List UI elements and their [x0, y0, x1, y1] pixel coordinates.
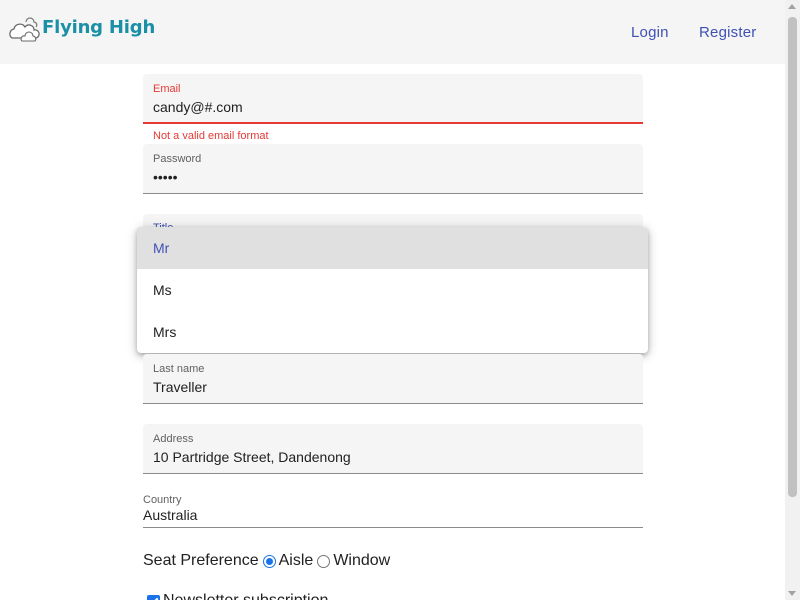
seat-aisle-label[interactable]: Aisle — [279, 552, 314, 570]
password-input[interactable]: ••••• — [153, 169, 178, 185]
title-option-ms[interactable]: Ms — [137, 269, 648, 311]
email-input[interactable]: candy@#.com — [153, 99, 243, 115]
address-field[interactable]: Address 10 Partridge Street, Dandenong — [143, 424, 643, 474]
seat-window-radio[interactable] — [317, 554, 331, 568]
country-underline — [143, 527, 643, 528]
newsletter-option[interactable]: Newsletter subscription — [147, 592, 328, 600]
title-option-mrs[interactable]: Mrs — [137, 311, 648, 353]
title-dropdown-panel: Mr Ms Mrs — [137, 227, 648, 353]
scroll-thumb[interactable] — [788, 17, 797, 497]
app-header: Flying High Login Register — [0, 0, 785, 64]
seat-preference-label: Seat Preference — [143, 552, 259, 569]
seat-aisle-radio[interactable] — [262, 554, 276, 568]
brand-name: Flying High — [42, 17, 156, 38]
password-field[interactable]: Password ••••• — [143, 144, 643, 194]
seat-window-label[interactable]: Window — [333, 552, 390, 570]
register-link[interactable]: Register — [699, 24, 756, 41]
scroll-up-arrow-icon[interactable] — [788, 4, 796, 9]
country-input[interactable]: Australia — [143, 507, 197, 523]
brand-logo[interactable]: Flying High — [6, 10, 155, 44]
last-name-field[interactable]: Last name Traveller — [143, 354, 643, 404]
address-input[interactable]: 10 Partridge Street, Dandenong — [153, 449, 351, 465]
title-option-mr[interactable]: Mr — [137, 227, 648, 269]
email-field[interactable]: Email candy@#.com — [143, 74, 643, 124]
password-label: Password — [153, 153, 202, 165]
page-scrollbar[interactable] — [785, 0, 800, 600]
last-name-label: Last name — [153, 363, 205, 375]
login-link[interactable]: Login — [631, 24, 669, 41]
seat-preference-group: Seat Preference Aisle Window — [143, 552, 390, 570]
cloud-icon — [9, 17, 40, 42]
email-error-message: Not a valid email format — [153, 130, 269, 142]
address-label: Address — [153, 433, 194, 445]
scroll-down-arrow-icon[interactable] — [788, 591, 796, 596]
last-name-input[interactable]: Traveller — [153, 379, 207, 395]
email-label: Email — [153, 83, 181, 95]
newsletter-checkbox[interactable] — [147, 594, 160, 600]
country-label: Country — [143, 494, 182, 506]
newsletter-label[interactable]: Newsletter subscription — [163, 592, 328, 600]
